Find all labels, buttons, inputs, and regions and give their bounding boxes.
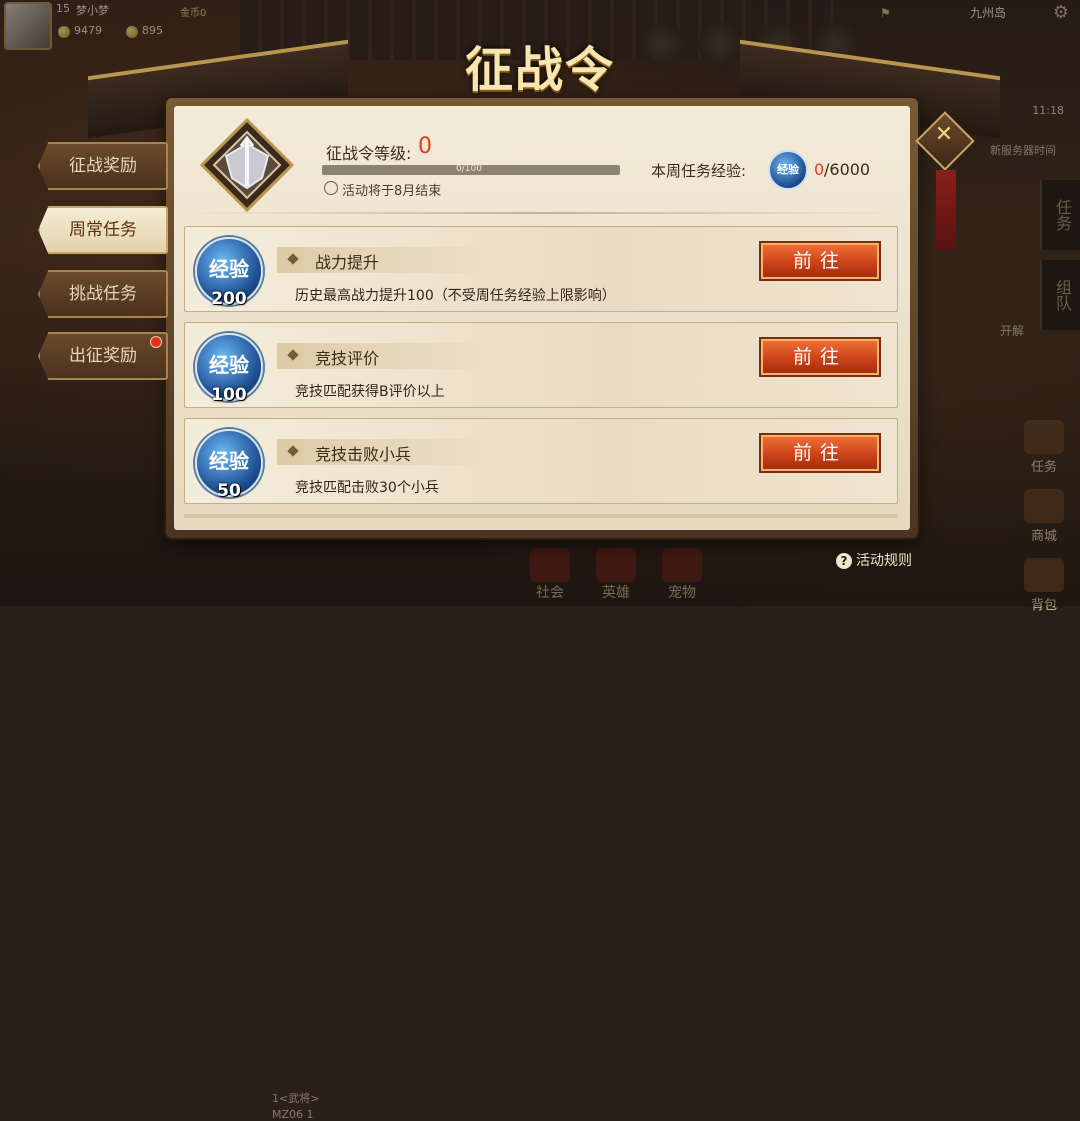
task-name-bar	[277, 343, 507, 369]
task-desc: 竞技匹配获得B评价以上	[295, 384, 445, 400]
exp-amount: 200	[211, 289, 247, 309]
level-label: 征战令等级:	[326, 144, 412, 163]
task-row: 经验 50 竞技击败小兵 竞技匹配击败30个小兵 前往	[184, 418, 898, 504]
exp-badge-icon: 经验 200	[195, 237, 263, 309]
go-button[interactable]: 前往	[759, 241, 881, 281]
chat-line: MZ06 1	[272, 1108, 314, 1121]
tab-weekly-tasks[interactable]: 周常任务	[38, 206, 168, 254]
clock-icon	[324, 181, 338, 195]
activity-end-text: 活动将于8月结束	[342, 184, 442, 199]
notification-dot	[150, 336, 162, 348]
close-icon[interactable]: ✕	[930, 122, 958, 154]
exp-badge-word: 经验	[209, 257, 249, 281]
task-name: 战力提升	[315, 253, 380, 272]
help-icon: ?	[836, 553, 852, 569]
exp-badge-icon: 经验 100	[195, 333, 263, 405]
task-desc: 历史最高战力提升100（不受周任务经验上限影响）	[295, 288, 616, 304]
exp-badge-icon: 经验 50	[195, 429, 263, 501]
go-button[interactable]: 前往	[759, 337, 881, 377]
task-name: 竞技评价	[315, 349, 380, 368]
rules-link[interactable]: ? 活动规则	[836, 550, 912, 570]
weekly-exp-total: /6000	[824, 160, 871, 179]
task-name: 竞技击败小兵	[315, 445, 412, 464]
rank-emblem-icon	[199, 117, 295, 213]
tab-battle-rewards[interactable]: 征战奖励	[38, 142, 168, 190]
task-row: 经验 200 战力提升 历史最高战力提升100（不受周任务经验上限影响） 前往	[184, 226, 898, 312]
exp-badge-icon: 经验	[768, 150, 808, 190]
weekly-exp-label: 本周任务经验:	[651, 162, 747, 180]
chat-line: 1<武将>	[272, 1092, 320, 1105]
header-divider	[186, 212, 898, 214]
list-scroll-edge	[184, 514, 898, 518]
task-row: 经验 100 竞技评价 竞技匹配获得B评价以上 前往	[184, 322, 898, 408]
task-desc: 竞技匹配击败30个小兵	[295, 480, 439, 496]
task-name-bar	[277, 247, 507, 273]
exp-amount: 50	[217, 481, 241, 501]
tab-expedition-rewards-label: 出征奖励	[69, 346, 137, 366]
rules-label: 活动规则	[856, 553, 912, 569]
weekly-exp-current: 0	[814, 160, 825, 179]
tab-challenge-tasks[interactable]: 挑战任务	[38, 270, 168, 318]
exp-amount: 100	[211, 385, 247, 405]
panel-title: 征战令	[464, 42, 615, 98]
tassel-decoration	[936, 170, 956, 250]
tab-expedition-rewards[interactable]: 出征奖励	[38, 332, 168, 380]
exp-badge-word: 经验	[209, 353, 249, 377]
go-button[interactable]: 前往	[759, 433, 881, 473]
level-progress-text: 0/100	[456, 164, 482, 174]
exp-badge-word: 经验	[209, 449, 249, 473]
level-value: 0	[418, 134, 432, 159]
